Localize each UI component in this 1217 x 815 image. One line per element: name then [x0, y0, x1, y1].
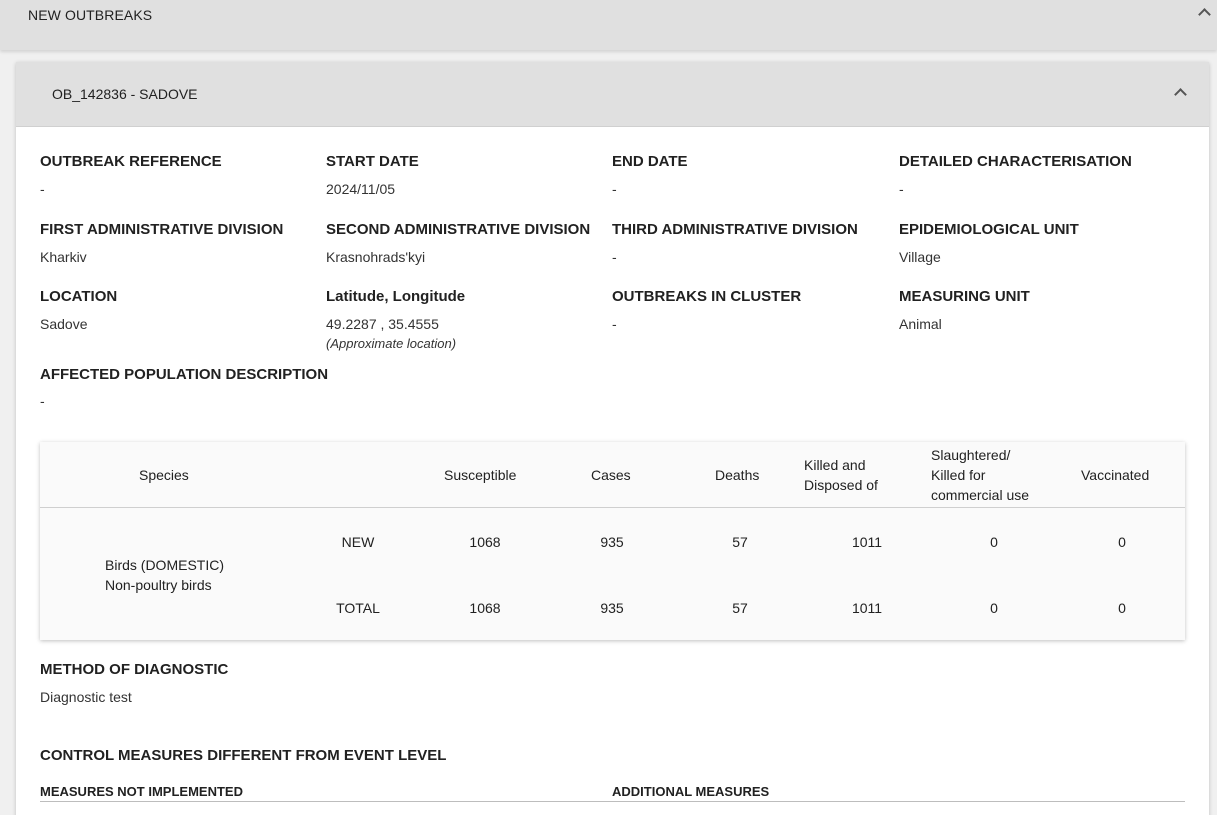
measuring-unit-value: Animal	[899, 316, 942, 332]
location-value: Sadove	[40, 316, 88, 332]
detailed-characterisation-value: -	[899, 181, 904, 197]
row-new-vaccinated: 0	[1118, 534, 1126, 550]
outbreak-title: OB_142836 - SADOVE	[52, 86, 198, 102]
third-admin-division-value: -	[612, 249, 617, 265]
start-date-value: 2024/11/05	[326, 181, 396, 197]
epidemiological-unit-label: EPIDEMIOLOGICAL UNIT	[899, 221, 1079, 238]
species-name-line2: Non-poultry birds	[105, 577, 212, 593]
lat-long-label: Latitude, Longitude	[326, 288, 466, 305]
chevron-up-icon[interactable]	[1174, 88, 1187, 101]
species-name-line1: Birds (DOMESTIC)	[105, 557, 224, 573]
deaths-header: Deaths	[715, 467, 760, 483]
first-admin-division-label: FIRST ADMINISTRATIVE DIVISION	[40, 221, 284, 238]
start-date-label: START DATE	[326, 153, 419, 170]
new-outbreaks-header[interactable]: NEW OUTBREAKS	[0, 0, 1217, 50]
detailed-characterisation-label: DETAILED CHARACTERISATION	[899, 153, 1132, 170]
outbreaks-in-cluster-label: OUTBREAKS IN CLUSTER	[612, 288, 802, 305]
row-new-type: NEW	[341, 534, 375, 550]
epidemiological-unit-value: Village	[899, 249, 941, 265]
control-measures-title: CONTROL MEASURES DIFFERENT FROM EVENT LE…	[40, 747, 447, 764]
lat-long-value: 49.2287 , 35.4555	[326, 316, 439, 332]
row-total-slaughtered: 0	[990, 600, 998, 616]
row-total-deaths: 57	[732, 600, 748, 616]
additional-measures-label: ADDITIONAL MEASURES	[612, 784, 770, 799]
cases-header: Cases	[591, 467, 631, 483]
row-total-cases: 935	[600, 600, 624, 616]
location-label: LOCATION	[40, 288, 118, 305]
row-total-susceptible: 1068	[469, 600, 501, 616]
measures-divider	[40, 801, 1185, 802]
outbreaks-in-cluster-value: -	[612, 316, 617, 332]
method-diagnostic-value: Diagnostic test	[40, 689, 132, 705]
second-admin-division-label: SECOND ADMINISTRATIVE DIVISION	[326, 221, 591, 238]
header-separator	[40, 507, 1185, 508]
end-date-label: END DATE	[612, 153, 688, 170]
row-new-slaughtered: 0	[990, 534, 998, 550]
row-new-cases: 935	[600, 534, 624, 550]
outbreak-panel-header[interactable]: OB_142836 - SADOVE	[16, 62, 1209, 127]
killed-header-line2: Disposed of	[804, 477, 878, 493]
species-header: Species	[139, 467, 189, 483]
row-new-killed: 1011	[851, 534, 883, 550]
row-total-killed: 1011	[851, 600, 883, 616]
row-new-deaths: 57	[732, 534, 748, 550]
affected-population-label: AFFECTED POPULATION DESCRIPTION	[40, 366, 329, 383]
slaughtered-header-line1: Slaughtered/	[931, 447, 1011, 463]
chevron-up-icon[interactable]	[1198, 8, 1211, 21]
row-new-susceptible: 1068	[469, 534, 501, 550]
measuring-unit-label: MEASURING UNIT	[899, 288, 1030, 305]
slaughtered-header-line3: commercial use	[931, 487, 1030, 503]
slaughtered-header-line2: Killed for	[931, 467, 986, 483]
outbreak-reference-label: OUTBREAK REFERENCE	[40, 153, 222, 170]
measures-not-implemented-label: MEASURES NOT IMPLEMENTED	[40, 784, 243, 799]
end-date-value: -	[612, 181, 617, 197]
second-admin-division-value: Krasnohrads'kyi	[326, 249, 426, 265]
species-table: Species Susceptible Cases Deaths Killed …	[40, 442, 1185, 640]
section-title: NEW OUTBREAKS	[28, 7, 153, 23]
vaccinated-header: Vaccinated	[1081, 467, 1150, 483]
method-diagnostic-label: METHOD OF DIAGNOSTIC	[40, 661, 229, 678]
outbreak-panel: OB_142836 - SADOVE	[16, 62, 1209, 815]
killed-header-line1: Killed and	[804, 457, 866, 473]
outbreak-reference-value: -	[40, 181, 45, 197]
approximate-location-note: (Approximate location)	[326, 336, 457, 351]
row-total-type: TOTAL	[336, 600, 380, 616]
susceptible-header: Susceptible	[444, 467, 517, 483]
row-total-vaccinated: 0	[1118, 600, 1126, 616]
affected-population-value: -	[40, 393, 45, 409]
first-admin-division-value: Kharkiv	[40, 249, 87, 265]
third-admin-division-label: THIRD ADMINISTRATIVE DIVISION	[612, 221, 858, 238]
